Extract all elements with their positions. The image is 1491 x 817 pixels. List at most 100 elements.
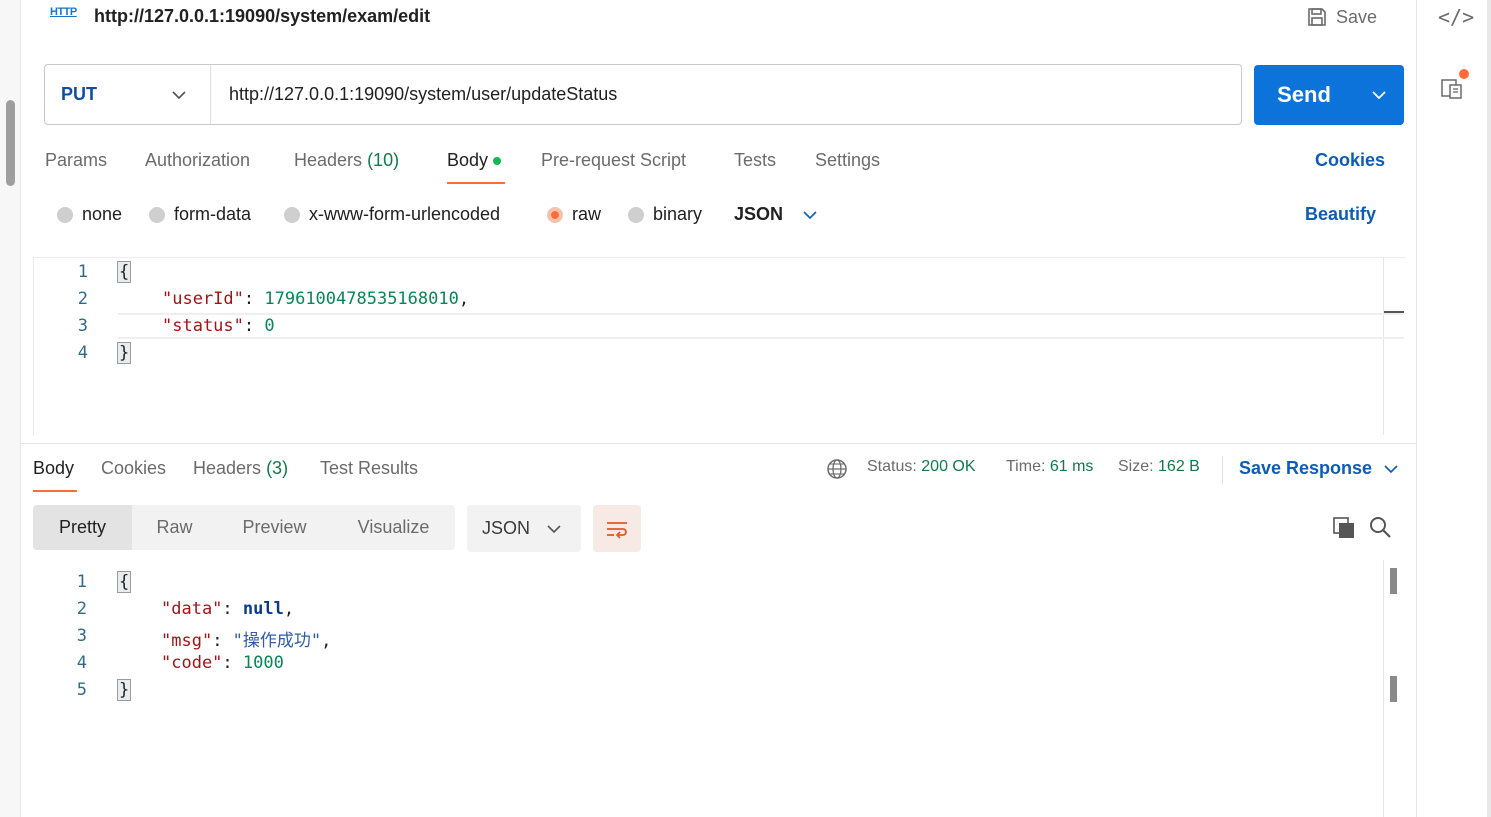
line-number: 2 [76,599,87,619]
right-edge-scrollbar[interactable] [1487,0,1491,817]
globe-icon[interactable] [826,458,848,485]
active-tab-underline [447,182,505,184]
tab-headers[interactable]: Headers (10) [294,150,399,171]
response-scroll-track[interactable] [1383,560,1384,817]
response-line-3: "msg": "操作成功", [161,631,332,651]
url-input[interactable] [211,84,1241,105]
response-scrollbar-marker [1390,676,1397,702]
brace-open: { [116,261,132,283]
response-tab-cookies[interactable]: Cookies [101,458,166,479]
tab-headers-label: Headers [294,150,363,170]
save-response-button[interactable]: Save Response [1239,458,1398,479]
status-value: 200 OK [921,458,976,475]
time-value: 61 ms [1049,458,1094,475]
send-button-group: Send [1254,65,1404,125]
send-options-button[interactable] [1354,90,1404,100]
response-line-2: "data": null, [161,599,295,619]
json-key: "userId" [162,289,244,309]
response-format-select[interactable]: JSON [467,505,581,552]
body-indicator-dot [493,157,502,166]
radio-button[interactable] [628,206,644,223]
line-number: 3 [77,316,88,336]
chevron-down-icon [803,210,817,219]
json-key: "code" [161,653,223,673]
view-mode-raw[interactable]: Raw [132,505,217,550]
tab-tests[interactable]: Tests [734,150,776,171]
radio-label: none [82,204,123,224]
notification-dot [1459,69,1469,79]
response-tab-body[interactable]: Body [33,458,74,479]
response-tab-headers[interactable]: Headers (3) [193,458,288,479]
radio-button-selected[interactable] [547,206,563,223]
wrap-lines-icon [607,521,627,539]
time-label: Time: [1006,458,1046,475]
view-mode-pretty[interactable]: Pretty [33,505,132,550]
request-title[interactable]: http://127.0.0.1:19090/system/exam/edit [94,6,430,27]
size-value: 162 B [1158,458,1200,475]
tab-pre-request-script[interactable]: Pre-request Script [541,150,686,171]
time-info[interactable]: Time: 61 ms [1006,458,1093,476]
radio-form-data[interactable]: form-data [149,204,251,225]
response-tab-test-results[interactable]: Test Results [320,458,418,479]
view-mode-visualize[interactable]: Visualize [332,505,455,550]
radio-button[interactable] [284,206,300,223]
save-label: Save [1336,6,1378,27]
status-info[interactable]: Status: 200 OK [867,458,976,476]
chevron-down-icon [172,90,186,99]
radio-label: form-data [174,204,252,224]
method-select[interactable]: PUT [45,65,211,124]
size-info[interactable]: Size: 162 B [1118,458,1200,476]
documentation-icon[interactable] [1440,76,1464,105]
save-response-label: Save Response [1239,458,1373,478]
view-mode-preview[interactable]: Preview [217,505,332,550]
send-button[interactable]: Send [1254,82,1354,108]
current-line-highlight [118,313,1404,339]
json-value: 1000 [242,653,284,673]
response-tab-headers-label: Headers [193,458,262,478]
radio-binary[interactable]: binary [628,204,702,225]
chevron-down-icon [1384,464,1398,473]
response-line-5: } [116,679,132,701]
left-scrollbar-thumb[interactable] [6,100,15,186]
code-line-2: "userId": 1796100478535168010, [162,289,470,309]
right-sidebar [1416,0,1491,817]
beautify-link[interactable]: Beautify [1305,204,1376,225]
json-key: "data" [161,599,223,619]
tab-settings[interactable]: Settings [815,150,880,171]
radio-button[interactable] [149,206,165,223]
radio-label: x-www-form-urlencoded [309,204,501,224]
save-icon [1308,8,1326,26]
radio-label: raw [572,204,602,224]
pane-divider[interactable] [20,443,1416,444]
raw-format-select[interactable]: JSON [734,204,817,225]
http-request-icon: HTTP [50,6,77,18]
radio-button[interactable] [57,206,73,223]
chevron-down-icon [1372,91,1386,100]
radio-none[interactable]: none [57,204,122,225]
wrap-lines-button[interactable] [593,505,641,552]
cookies-link[interactable]: Cookies [1315,150,1385,171]
url-bar: PUT [44,64,1242,125]
chevron-down-icon [547,524,561,533]
tab-authorization[interactable]: Authorization [145,150,250,171]
code-line-1: { [116,261,132,283]
editor-scrollbar[interactable] [1383,257,1405,435]
line-number: 5 [76,680,87,700]
tab-body[interactable]: Body [447,150,502,171]
tab-body-label: Body [447,150,489,170]
code-line-4: } [116,342,132,364]
tab-params[interactable]: Params [45,150,107,171]
json-value: 1796100478535168010 [264,289,459,309]
response-line-4: "code": 1000 [161,653,284,673]
status-label: Status: [867,458,917,475]
search-icon[interactable] [1368,515,1392,544]
brace-close: } [116,679,132,701]
radio-x-www-form-urlencoded[interactable]: x-www-form-urlencoded [284,204,500,225]
code-snippet-icon[interactable]: </> [1438,5,1474,29]
copy-icon[interactable] [1332,516,1356,545]
line-number: 1 [77,262,88,282]
response-active-tab-underline [33,490,77,492]
radio-raw[interactable]: raw [547,204,601,225]
save-button[interactable]: Save [1306,5,1377,29]
request-body-editor[interactable] [33,257,1406,436]
